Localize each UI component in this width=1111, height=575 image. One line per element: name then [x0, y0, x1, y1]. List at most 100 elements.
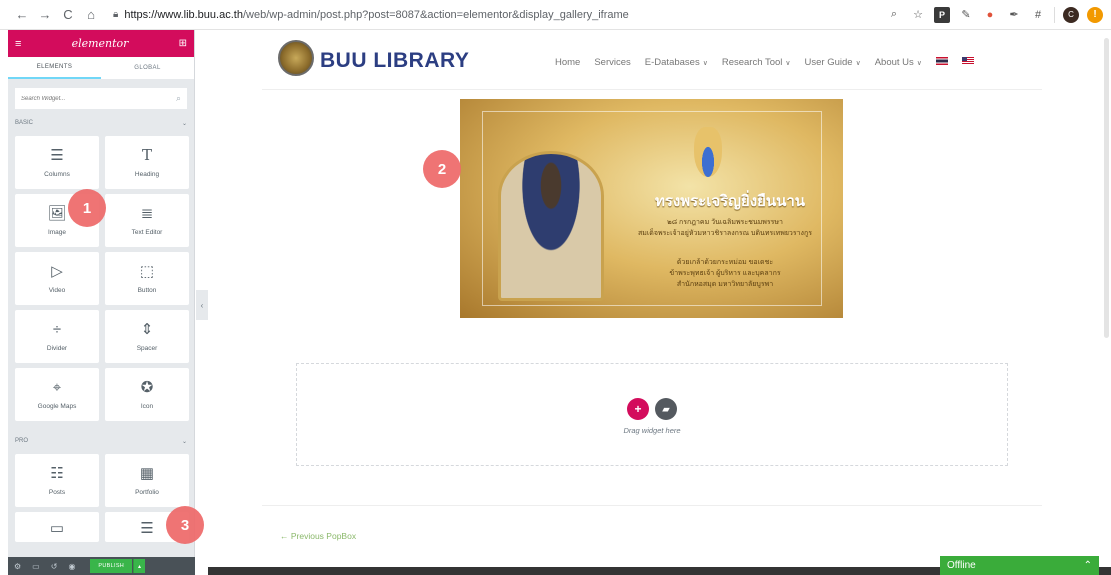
- tab-global[interactable]: GLOBAL: [101, 57, 194, 79]
- banner-line-4: ข้าพระพุทธเจ้า ผู้บริหาร และบุคลากร: [669, 270, 781, 277]
- widget-spacer[interactable]: ⇕ Spacer: [105, 310, 189, 363]
- widget-button[interactable]: ⬚ Button: [105, 252, 189, 305]
- tab-elements[interactable]: ELEMENTS: [8, 57, 101, 79]
- widget-slides[interactable]: ▭: [15, 512, 99, 542]
- columns-icon: ☰: [50, 146, 64, 164]
- widget-label: Image: [47, 229, 67, 236]
- widget-google-maps[interactable]: ⌖ Google Maps: [15, 368, 99, 421]
- widget-label: Columns: [44, 171, 70, 178]
- widget-portfolio[interactable]: ▦ Portfolio: [105, 454, 189, 507]
- panel-header: ≡ elementor ⊞: [8, 30, 194, 57]
- posts-icon: ☷: [50, 464, 64, 482]
- preview-eye-icon[interactable]: ◉: [68, 562, 75, 571]
- zoom-icon[interactable]: ⌕: [886, 7, 902, 23]
- divider-icon: ÷: [52, 320, 62, 338]
- star-icon: ✪: [140, 378, 154, 396]
- widget-label: Portfolio: [135, 489, 159, 496]
- nav-item-home[interactable]: Home: [555, 57, 580, 68]
- publish-options-chevron-icon[interactable]: ▴: [133, 559, 146, 573]
- nav-item-user-guide[interactable]: User Guide ∨: [805, 57, 861, 68]
- site-logo-text[interactable]: BUU LIBRARY: [320, 49, 469, 73]
- profile-avatar[interactable]: C: [1063, 6, 1079, 23]
- hamburger-menu-icon[interactable]: ≡: [15, 38, 21, 50]
- widget-search: ⌕: [15, 88, 187, 109]
- widget-label: Icon: [140, 403, 154, 410]
- url-path: /web/wp-admin/post.php?post=8087&action=…: [242, 8, 629, 21]
- widget-icon[interactable]: ✪ Icon: [105, 368, 189, 421]
- history-icon[interactable]: ↺: [51, 562, 58, 571]
- publish-button[interactable]: PUBLISH: [90, 559, 133, 573]
- chevron-down-icon: ∨: [702, 60, 708, 67]
- section-pro-header[interactable]: PRO ⌄: [8, 431, 194, 451]
- offline-label: Offline: [947, 560, 976, 571]
- text-editor-icon: ≣: [140, 204, 154, 222]
- elementor-panel: ≡ elementor ⊞ ELEMENTS GLOBAL ⌕ BASIC ⌄ …: [8, 30, 195, 575]
- widget-text-editor[interactable]: ≣ Text Editor: [105, 194, 189, 247]
- add-template-folder-icon[interactable]: ▰: [655, 398, 677, 420]
- pen-extension-icon[interactable]: ✎: [958, 7, 974, 23]
- bookmark-star-icon[interactable]: ☆: [910, 7, 926, 23]
- home-icon[interactable]: ⌂: [81, 5, 101, 25]
- portfolio-icon: ▦: [139, 464, 155, 482]
- panel-collapse-chevron-icon[interactable]: ‹: [196, 290, 208, 320]
- university-seal-logo[interactable]: [278, 40, 314, 76]
- widget-posts[interactable]: ☷ Posts: [15, 454, 99, 507]
- callout-badge: 1: [68, 189, 106, 227]
- chevron-up-icon: ⌃: [1083, 560, 1092, 571]
- nav-item-services[interactable]: Services: [594, 57, 630, 68]
- update-warning-icon[interactable]: !: [1087, 6, 1103, 23]
- widget-label: Button: [137, 287, 157, 294]
- widget-label: Video: [48, 287, 66, 294]
- panel-tabs: ELEMENTS GLOBAL: [8, 57, 194, 79]
- panel-footer: ⚙ ▭ ↺ ◉ PUBLISH ▴: [8, 557, 195, 575]
- offline-chat-widget[interactable]: Offline ⌃: [940, 556, 1099, 575]
- chevron-down-icon: ∨: [785, 60, 791, 67]
- widget-label: Posts: [48, 489, 66, 496]
- form-icon: ☰: [140, 519, 154, 537]
- red-extension-icon[interactable]: ●: [982, 7, 998, 23]
- add-section-plus-icon[interactable]: +: [627, 398, 649, 420]
- forward-icon[interactable]: →: [35, 5, 55, 25]
- nav-item-e-databases[interactable]: E-Databases ∨: [645, 57, 708, 68]
- page-scrollbar[interactable]: [1104, 38, 1109, 338]
- nav-item-about-us[interactable]: About Us ∨: [875, 57, 922, 68]
- widget-columns[interactable]: ☰ Columns: [15, 136, 99, 189]
- english-flag-icon[interactable]: [961, 57, 974, 65]
- nav-label: E-Databases: [644, 57, 700, 68]
- widget-heading[interactable]: T Heading: [105, 136, 189, 189]
- royal-emblem-icon: [694, 127, 722, 177]
- browser-nav: ← → C ⌂: [12, 5, 101, 25]
- widget-divider[interactable]: ÷ Divider: [15, 310, 99, 363]
- section-basic-header[interactable]: BASIC ⌄: [8, 113, 194, 133]
- button-icon: ⬚: [139, 262, 155, 280]
- widgets-grid-icon[interactable]: ⊞: [179, 38, 187, 49]
- lock-icon: 🔒︎: [113, 9, 119, 20]
- previous-post-link[interactable]: ← Previous PopBox: [280, 531, 356, 541]
- nav-label: Home: [555, 57, 581, 68]
- nav-item-research-tool[interactable]: Research Tool ∨: [722, 57, 791, 68]
- address-bar[interactable]: 🔒︎ https://www.lib.buu.ac.th/web/wp-admi…: [109, 4, 879, 26]
- royal-tribute-banner[interactable]: ทรงพระเจริญยิ่งยืนนาน ๒๘ กรกฎาคม วันเฉลิ…: [460, 99, 843, 318]
- banner-line-1: ๒๘ กรกฎาคม วันเฉลิมพระชนมพรรษา: [667, 219, 783, 226]
- back-icon[interactable]: ←: [12, 5, 32, 25]
- search-input[interactable]: [21, 95, 161, 102]
- widget-label: Google Maps: [37, 403, 77, 410]
- nav-label: Research Tool: [721, 57, 783, 68]
- nav-label: User Guide: [804, 57, 853, 68]
- basic-widgets-grid: ☰ Columns T Heading 🖼︎ Image ≣ Text Editor ▷…: [8, 133, 194, 421]
- responsive-mode-icon[interactable]: ▭: [32, 562, 40, 571]
- reload-icon[interactable]: C: [58, 5, 78, 25]
- p-extension-icon[interactable]: P: [934, 6, 950, 23]
- nav-label: Services: [594, 57, 631, 68]
- widget-dropzone[interactable]: + ▰ Drag widget here: [296, 363, 1008, 466]
- thai-flag-icon[interactable]: [935, 57, 948, 65]
- chevron-down-icon: ⌄: [181, 120, 187, 127]
- browser-toolbar: ← → C ⌂ 🔒︎ https://www.lib.buu.ac.th/web…: [0, 0, 1111, 30]
- settings-gear-icon[interactable]: ⚙: [14, 562, 21, 571]
- video-icon: ▷: [51, 262, 63, 280]
- widget-video[interactable]: ▷ Video: [15, 252, 99, 305]
- banner-line-2: สมเด็จพระเจ้าอยู่หัวมหาวชิราลงกรณ บดินทร…: [638, 230, 812, 237]
- widget-label: Spacer: [136, 345, 158, 352]
- hash-extension-icon[interactable]: #: [1030, 7, 1046, 23]
- dropper-extension-icon[interactable]: ✒: [1006, 7, 1022, 23]
